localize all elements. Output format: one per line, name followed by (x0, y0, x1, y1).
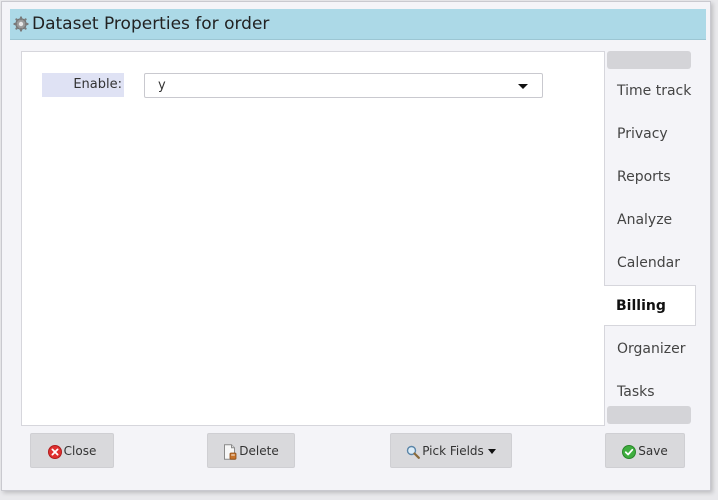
magnifier-icon (406, 445, 421, 459)
caret-down-icon (518, 84, 528, 89)
enable-select-value: y (158, 78, 166, 93)
gear-icon (13, 16, 29, 32)
close-icon (47, 444, 62, 459)
tab-organizer[interactable]: Organizer (605, 329, 695, 370)
tabs-scroll-up[interactable] (607, 51, 691, 69)
save-button[interactable]: Save (605, 433, 685, 468)
dialog-title: Dataset Properties for order (32, 14, 270, 34)
delete-document-icon (224, 443, 237, 460)
pick-fields-button-label: Pick Fields (422, 444, 484, 458)
enable-select[interactable]: y (144, 73, 543, 98)
caret-down-icon (487, 449, 496, 454)
tab-privacy[interactable]: Privacy (605, 114, 695, 155)
close-button[interactable]: Close (30, 433, 114, 468)
enable-label: Enable: (42, 73, 124, 97)
tabs-scroll-down[interactable] (607, 406, 691, 424)
close-button-label: Close (63, 444, 97, 458)
delete-button-label: Delete (239, 444, 279, 458)
tab-calendar[interactable]: Calendar (605, 243, 695, 284)
tab-billing[interactable]: Billing (604, 285, 696, 326)
pick-fields-button[interactable]: Pick Fields (390, 433, 512, 468)
tab-reports[interactable]: Reports (605, 157, 695, 198)
checkmark-icon (622, 444, 637, 459)
tab-content-panel: Enable: y (21, 51, 605, 426)
dataset-properties-dialog: Dataset Properties for order Enable: y T… (1, 1, 711, 491)
tab-analyze[interactable]: Analyze (605, 200, 695, 241)
delete-button[interactable]: Delete (207, 433, 295, 468)
tab-time-track[interactable]: Time track (605, 71, 695, 112)
save-button-label: Save (638, 444, 668, 458)
dialog-title-bar[interactable]: Dataset Properties for order (10, 9, 706, 40)
